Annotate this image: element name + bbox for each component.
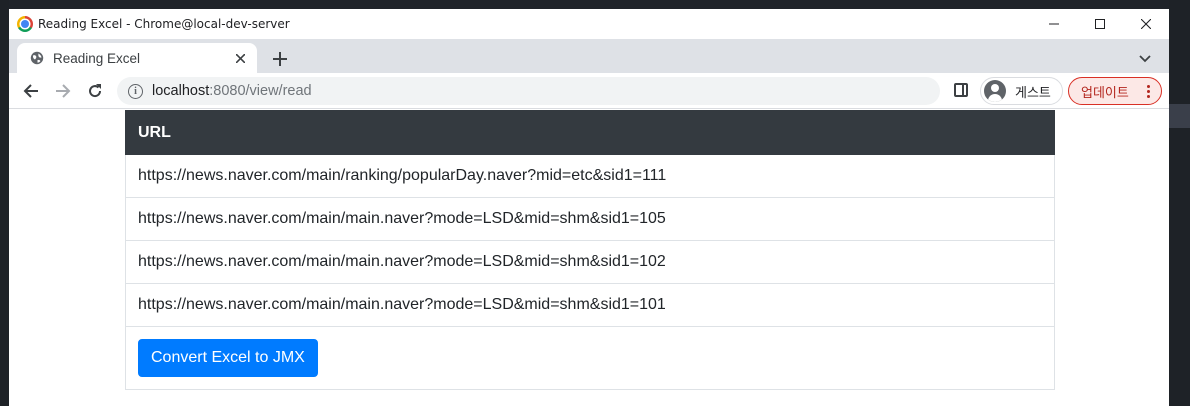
arrow-right-icon (56, 84, 71, 98)
new-tab-button[interactable] (268, 47, 292, 71)
url-cell: https://news.naver.com/main/ranking/popu… (125, 154, 1055, 198)
background-highlight (1169, 104, 1190, 128)
address-bar[interactable]: i localhost:8080/view/read (117, 77, 940, 105)
maximize-icon (1095, 19, 1105, 29)
back-button[interactable] (18, 78, 44, 104)
background-left (0, 0, 9, 406)
window-title: Reading Excel - Chrome@local-dev-server (38, 17, 290, 31)
minimize-icon (1049, 23, 1059, 25)
window-controls (1031, 9, 1169, 39)
close-icon (235, 53, 245, 63)
browser-window: Reading Excel - Chrome@local-dev-server … (9, 9, 1169, 406)
tab-label: Reading Excel (53, 50, 141, 66)
page-content: URL https://news.naver.com/main/ranking/… (9, 110, 1169, 406)
table-row: https://news.naver.com/main/main.naver?m… (125, 197, 1055, 241)
close-window-button[interactable] (1123, 9, 1169, 39)
avatar-icon (984, 80, 1006, 102)
maximize-button[interactable] (1077, 9, 1123, 39)
tab-close-button[interactable] (230, 48, 250, 68)
profile-label: 게스트 (1015, 85, 1051, 101)
convert-excel-to-jmx-button[interactable]: Convert Excel to JMX (138, 339, 318, 377)
url-path: :8080/view/read (209, 83, 312, 99)
table-header-row: URL (125, 110, 1055, 155)
reload-icon (89, 84, 102, 98)
url-cell: https://news.naver.com/main/main.naver?m… (125, 197, 1055, 241)
chevron-down-icon (1139, 55, 1151, 63)
tab-reading-excel[interactable]: Reading Excel (17, 43, 257, 73)
plus-icon (273, 52, 287, 66)
profile-button[interactable]: 게스트 (980, 77, 1063, 105)
chrome-logo-icon (17, 16, 33, 32)
url-table-container: URL https://news.naver.com/main/ranking/… (125, 110, 1055, 390)
url-cell: https://news.naver.com/main/main.naver?m… (125, 240, 1055, 284)
minimize-button[interactable] (1031, 9, 1077, 39)
side-panel-icon[interactable] (954, 83, 968, 97)
forward-button[interactable] (50, 78, 76, 104)
title-bar: Reading Excel - Chrome@local-dev-server (9, 9, 1169, 39)
background-right (1169, 0, 1190, 406)
more-vert-icon (1141, 81, 1155, 101)
close-icon (1141, 19, 1151, 29)
table-row: https://news.naver.com/main/main.naver?m… (125, 240, 1055, 284)
update-label: 업데이트 (1081, 85, 1129, 101)
reload-button[interactable] (82, 78, 108, 104)
info-icon[interactable]: i (128, 83, 143, 99)
tab-strip: Reading Excel (9, 39, 1169, 73)
url-cell: https://news.naver.com/main/main.naver?m… (125, 283, 1055, 327)
table-row-actions: Convert Excel to JMX (125, 326, 1055, 390)
url-table: URL https://news.naver.com/main/ranking/… (125, 110, 1055, 390)
url-host: localhost (152, 83, 210, 99)
table-row: https://news.naver.com/main/ranking/popu… (125, 154, 1055, 198)
tab-search-button[interactable] (1133, 47, 1157, 71)
action-cell: Convert Excel to JMX (125, 326, 1055, 390)
url-text: localhost:8080/view/read (152, 83, 312, 99)
table-row: https://news.naver.com/main/main.naver?m… (125, 283, 1055, 327)
arrow-left-icon (23, 84, 38, 98)
browser-toolbar: i localhost:8080/view/read 게스트 업데이트 (9, 73, 1169, 109)
url-column-header: URL (125, 110, 1055, 155)
globe-icon (30, 51, 44, 65)
update-button[interactable]: 업데이트 (1068, 77, 1162, 105)
